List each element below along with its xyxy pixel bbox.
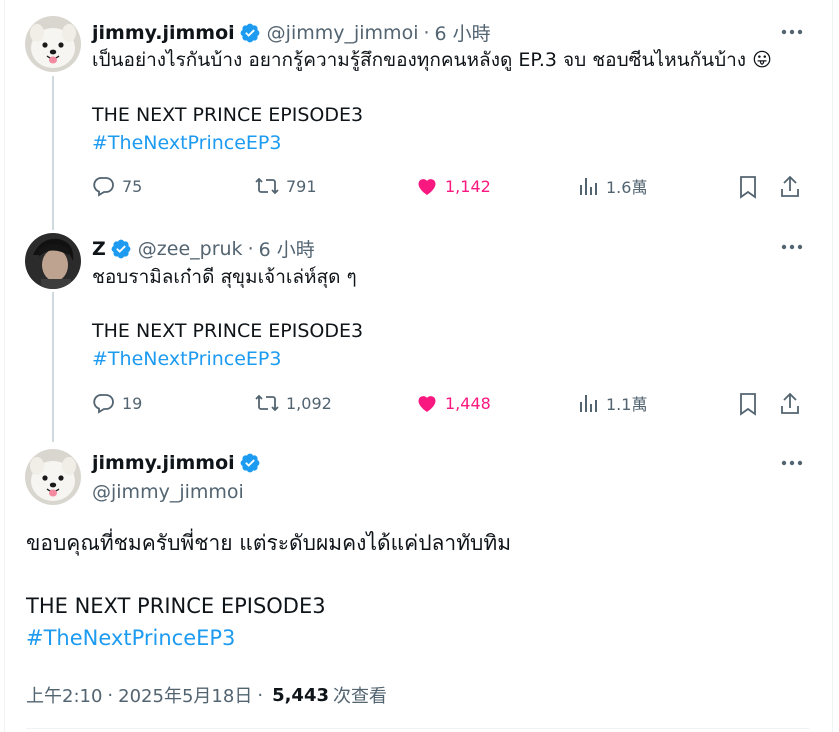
- verified-badge-icon: [111, 239, 131, 258]
- main-tweet-text-line2: THE NEXT PRINCE EPISODE3: [26, 594, 326, 618]
- post-date[interactable]: 2025年5月18日: [118, 682, 252, 708]
- more-options-button[interactable]: [779, 237, 805, 257]
- repost-button[interactable]: 1,092: [254, 391, 332, 415]
- share-icon: [781, 392, 799, 414]
- main-tweet-header: jimmy.jimmoi: [92, 452, 261, 474]
- like-button[interactable]: 1,448: [415, 391, 491, 415]
- thread-connector: [52, 292, 54, 442]
- views-button[interactable]: 1.6萬: [578, 174, 647, 198]
- like-count: 1,142: [445, 176, 491, 196]
- tweet-text-line2: THE NEXT PRINCE EPISODE3: [92, 104, 364, 126]
- tweet-text: เป็นอย่างไรกันบ้าง อยากรู้ความรู้สึกของท…: [92, 47, 772, 74]
- timestamp[interactable]: 6 小時: [259, 235, 315, 262]
- main-tweet-text: ขอบคุณที่ชมครับพี่ชาย แต่ระดับผมคงได้แค่…: [26, 531, 512, 555]
- divider: [26, 728, 809, 729]
- user-handle[interactable]: @jimmy_jimmoi: [92, 481, 244, 503]
- hashtag-link[interactable]: #TheNextPrinceEP3: [92, 132, 281, 154]
- reply-button[interactable]: 19: [92, 391, 142, 415]
- display-name[interactable]: jimmy.jimmoi: [92, 452, 235, 474]
- samoyed-dog-avatar-icon: [25, 16, 81, 72]
- more-dots-icon: [781, 244, 803, 250]
- separator-dot: ·: [423, 21, 430, 44]
- repost-count: 1,092: [286, 393, 332, 413]
- separator-dot: ·: [247, 237, 254, 260]
- verified-badge-icon: [240, 453, 260, 473]
- post-time[interactable]: 上午2:10: [26, 682, 102, 708]
- tongue-emoji: 😛: [752, 49, 772, 71]
- thread-connector: [52, 76, 54, 230]
- reply-icon: [93, 394, 114, 414]
- avatar[interactable]: [25, 233, 81, 289]
- analytics-icon: [580, 395, 597, 412]
- more-dots-icon: [781, 29, 803, 35]
- bookmark-button[interactable]: [736, 174, 760, 204]
- repost-icon: [255, 177, 279, 195]
- more-options-button[interactable]: [779, 22, 805, 42]
- repost-button[interactable]: 791: [254, 174, 317, 198]
- views-count: 5,443: [272, 684, 329, 706]
- samoyed-dog-avatar-icon: [25, 449, 81, 505]
- verified-badge-icon: [240, 23, 260, 42]
- repost-count: 791: [286, 176, 317, 196]
- view-count: 1.1萬: [606, 395, 648, 414]
- hashtag-link[interactable]: #TheNextPrinceEP3: [26, 626, 235, 650]
- reply-icon: [93, 177, 114, 197]
- person-photo-avatar-icon: [25, 233, 81, 289]
- views-button[interactable]: 1.1萬: [578, 391, 647, 415]
- bookmark-icon: [740, 393, 756, 416]
- reply-count: 19: [122, 393, 143, 413]
- tweet-text: ชอบรามิลเก๋าดี สุขุมเจ้าเล่ห์สุด ๆ: [92, 266, 357, 288]
- reply-button[interactable]: 75: [92, 174, 142, 198]
- reply-count: 75: [122, 176, 143, 196]
- more-dots-icon: [781, 460, 803, 466]
- tweet-text-body: เป็นอย่างไรกันบ้าง อยากรู้ความรู้สึกของท…: [92, 49, 747, 71]
- tweet-actions: 19 1,092 1,448 1.1萬: [92, 391, 804, 419]
- like-count: 1,448: [445, 393, 491, 413]
- user-handle[interactable]: @jimmy_jimmoi: [267, 22, 419, 44]
- view-count: 1.6萬: [606, 178, 648, 197]
- heart-filled-icon: [418, 179, 436, 195]
- separator-dot: ·: [257, 684, 264, 706]
- avatar[interactable]: [25, 16, 81, 72]
- tweet-actions: 75 791 1,142 1.6萬: [92, 174, 804, 202]
- hashtag-link[interactable]: #TheNextPrinceEP3: [92, 348, 281, 370]
- tweet-meta: 上午2:10 · 2025年5月18日 · 5,443 次查看: [26, 682, 387, 708]
- repost-icon: [255, 394, 279, 412]
- bookmark-icon: [740, 176, 756, 199]
- timestamp[interactable]: 6 小時: [435, 19, 491, 46]
- share-icon: [781, 175, 799, 197]
- share-button[interactable]: [778, 391, 802, 421]
- views-label: 次查看: [333, 686, 387, 707]
- avatar[interactable]: [25, 449, 81, 505]
- like-button[interactable]: 1,142: [415, 174, 491, 198]
- tweet-text-line2: THE NEXT PRINCE EPISODE3: [92, 320, 364, 342]
- display-name[interactable]: Z: [92, 238, 106, 260]
- analytics-icon: [580, 178, 597, 195]
- more-options-button[interactable]: [779, 453, 805, 473]
- heart-filled-icon: [418, 396, 436, 412]
- user-handle[interactable]: @zee_pruk: [138, 238, 243, 260]
- display-name[interactable]: jimmy.jimmoi: [92, 22, 235, 44]
- separator-dot: ·: [107, 684, 114, 706]
- share-button[interactable]: [778, 174, 802, 204]
- tweet-header: jimmy.jimmoi @jimmy_jimmoi · 6 小時: [92, 19, 491, 46]
- tweet-header: Z @zee_pruk · 6 小時: [92, 235, 315, 262]
- bookmark-button[interactable]: [736, 391, 760, 421]
